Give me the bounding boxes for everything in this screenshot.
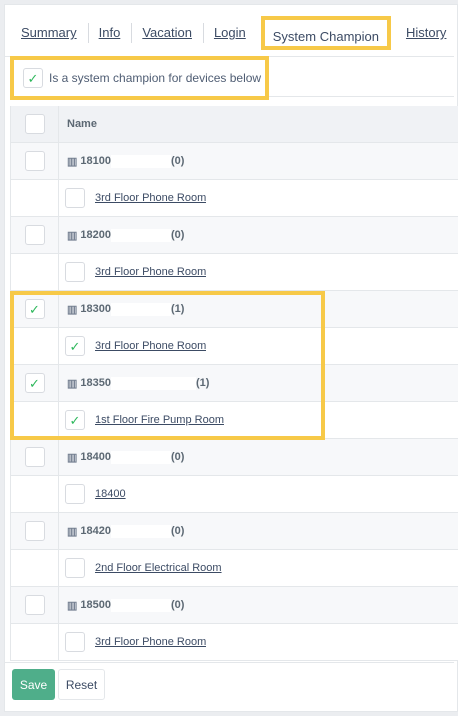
device-count: (0) <box>171 525 185 537</box>
building-row: ▥ 18500 (0) <box>11 587 458 624</box>
device-row: 2nd Floor Electrical Room <box>11 550 458 587</box>
building-icon: ▥ <box>67 599 78 612</box>
building-checkbox[interactable] <box>24 225 45 245</box>
redacted-text <box>111 450 171 464</box>
device-checkbox[interactable]: ✓ <box>65 410 85 430</box>
device-row: 3rd Floor Phone Room <box>11 624 458 661</box>
device-count: (0) <box>171 599 185 611</box>
device-row: 3rd Floor Phone Room <box>11 180 458 217</box>
building-name: ▥ 18100 (0) <box>67 154 185 168</box>
tab-history[interactable]: History <box>395 22 457 44</box>
system-champion-checkbox[interactable]: ✓ <box>23 68 43 88</box>
building-icon: ▥ <box>67 303 78 316</box>
device-link[interactable]: 1st Floor Fire Pump Room <box>95 414 224 426</box>
building-name: ▥ 18350 (1) <box>67 376 210 390</box>
redacted-text <box>125 487 186 501</box>
building-row: ▥ 18420 (0) <box>11 513 458 550</box>
building-code: 18400 <box>80 451 111 463</box>
device-link[interactable]: 3rd Floor Phone Room <box>95 192 206 204</box>
device-row: ✓ 1st Floor Fire Pump Room <box>11 402 458 439</box>
redacted-text <box>206 265 302 279</box>
divider <box>269 96 454 97</box>
device-row: ✓ 3rd Floor Phone Room <box>11 328 458 365</box>
device-count: (0) <box>171 229 185 241</box>
building-checkbox[interactable]: ✓ <box>24 373 45 393</box>
tab-info[interactable]: Info <box>87 22 132 44</box>
building-row: ▥ 18200 (0) <box>11 217 458 254</box>
device-link[interactable]: 3rd Floor Phone Room <box>95 340 206 352</box>
redacted-text <box>111 524 171 538</box>
building-checkbox[interactable]: ✓ <box>24 299 45 319</box>
device-link[interactable]: 3rd Floor Phone Room <box>95 266 206 278</box>
redacted-text <box>206 191 307 205</box>
building-code: 18200 <box>80 229 111 241</box>
device-row: 18400 <box>11 476 458 513</box>
redacted-text <box>206 339 300 353</box>
device-link[interactable]: 2nd Floor Electrical Room <box>95 562 222 574</box>
redacted-text <box>111 228 171 242</box>
device-checkbox[interactable] <box>65 632 85 652</box>
footer-divider <box>4 662 454 663</box>
building-icon: ▥ <box>67 155 78 168</box>
device-checkbox[interactable] <box>65 262 85 282</box>
building-name: ▥ 18420 (0) <box>67 524 185 538</box>
building-row: ▥ 18100 (0) <box>11 143 458 180</box>
save-button[interactable]: Save <box>12 669 55 700</box>
tab-bar: Summary Info Vacation Login System Champ… <box>10 16 457 50</box>
building-code: 18350 <box>80 377 111 389</box>
system-champion-label: Is a system champion for devices below <box>49 71 262 85</box>
select-all-checkbox[interactable] <box>24 114 45 134</box>
building-code: 18300 <box>80 303 111 315</box>
device-checkbox[interactable]: ✓ <box>65 336 85 356</box>
tab-summary[interactable]: Summary <box>10 22 88 44</box>
building-checkbox[interactable] <box>24 595 45 615</box>
device-checkbox[interactable] <box>65 484 85 504</box>
building-icon: ▥ <box>67 451 78 464</box>
building-checkbox[interactable] <box>24 151 45 171</box>
building-code: 18420 <box>80 525 111 537</box>
device-link[interactable]: 18400 <box>95 488 126 500</box>
device-row: 3rd Floor Phone Room <box>11 254 458 291</box>
device-checkbox[interactable] <box>65 188 85 208</box>
redacted-text <box>221 561 314 575</box>
building-name: ▥ 18300 (1) <box>67 302 185 316</box>
building-name: ▥ 18400 (0) <box>67 450 185 464</box>
building-checkbox[interactable] <box>24 521 45 541</box>
building-code: 18100 <box>80 155 111 167</box>
system-champion-option: ✓ Is a system champion for devices below <box>10 56 269 100</box>
redacted-text <box>206 635 295 649</box>
tab-vacation[interactable]: Vacation <box>131 22 203 44</box>
redacted-text <box>111 302 171 316</box>
redacted-text <box>111 376 196 390</box>
building-name: ▥ 18500 (0) <box>67 598 185 612</box>
building-row: ✓ ▥ 18300 (1) <box>11 291 458 328</box>
building-code: 18500 <box>80 599 111 611</box>
column-header-name: Name <box>67 118 97 130</box>
reset-button[interactable]: Reset <box>58 669 105 700</box>
tab-login[interactable]: Login <box>202 22 257 44</box>
table-header-row: Name <box>11 106 458 143</box>
building-icon: ▥ <box>67 229 78 242</box>
redacted-text <box>111 154 171 168</box>
device-count: (0) <box>171 155 185 167</box>
device-count: (0) <box>171 451 185 463</box>
device-checkbox[interactable] <box>65 558 85 578</box>
building-icon: ▥ <box>67 525 78 538</box>
tab-system-champion[interactable]: System Champion <box>260 16 391 50</box>
building-checkbox[interactable] <box>24 447 45 467</box>
building-name: ▥ 18200 (0) <box>67 228 185 242</box>
building-row: ▥ 18400 (0) <box>11 439 458 476</box>
redacted-text <box>185 487 244 501</box>
device-count: (1) <box>171 303 185 315</box>
building-icon: ▥ <box>67 377 78 390</box>
device-count: (1) <box>196 377 210 389</box>
building-row: ✓ ▥ 18350 (1) <box>11 365 458 402</box>
device-link[interactable]: 3rd Floor Phone Room <box>95 636 206 648</box>
device-table: Name ▥ 18100 (0) 3rd Floor Phone Room ▥ 18200… <box>10 106 458 661</box>
redacted-text <box>111 598 171 612</box>
